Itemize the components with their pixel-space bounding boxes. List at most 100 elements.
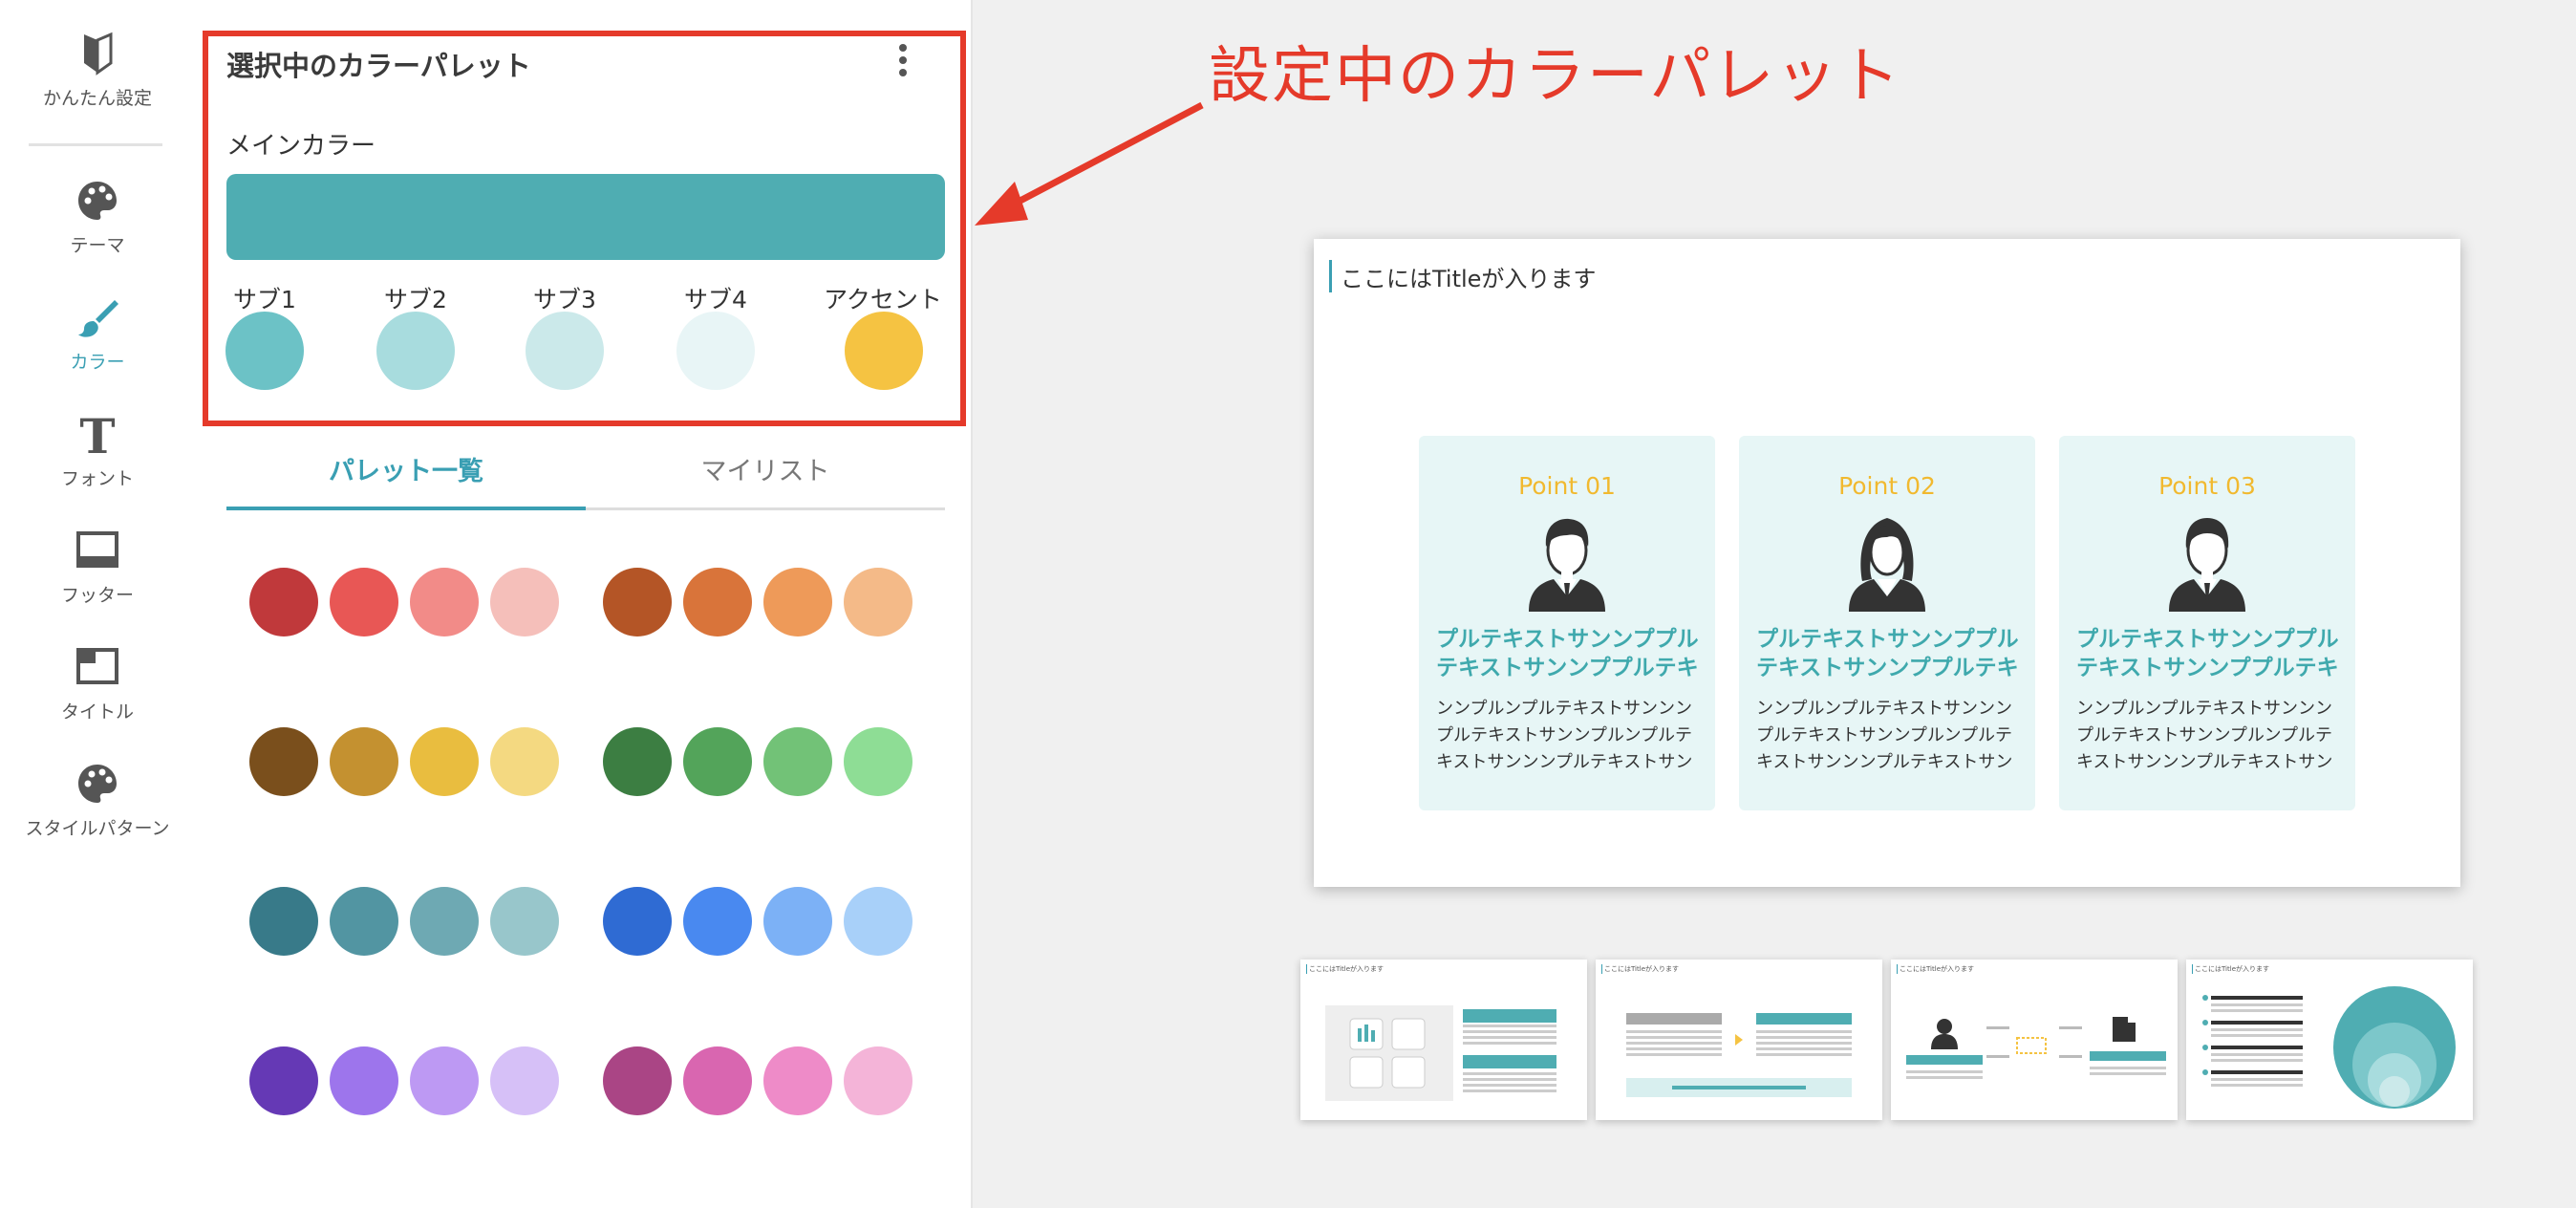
paintbrush-icon: [78, 300, 118, 337]
thumbnail-content: [1906, 1017, 2166, 1079]
nav-rail: かんたん設定 テーマ カラー T フォント フッター タイトル スタイルパターン: [0, 0, 195, 1208]
annotation-label: 設定中のカラーパレット: [1209, 41, 1902, 112]
palette-color-swatch[interactable]: [683, 887, 752, 956]
palette-color-swatch[interactable]: [763, 887, 832, 956]
card-heading-line: プルテキストサンンププル: [2076, 627, 2339, 652]
palette-color-swatch[interactable]: [249, 1046, 318, 1115]
palette-color-swatch[interactable]: [330, 568, 398, 636]
thumbnail-content: [1325, 1005, 1556, 1101]
nav-item-label: スタイルパターン: [25, 818, 170, 839]
svg-text:T: T: [79, 411, 115, 457]
slide-thumbnail[interactable]: ここにはTitleが入ります: [2186, 960, 2473, 1120]
slide-thumbnail[interactable]: ここにはTitleが入ります: [1300, 960, 1587, 1120]
card-body-line: ンンプルンプルテキストサンンン: [1756, 699, 2013, 719]
card-heading-line: プルテキストサンンププル: [1756, 627, 2019, 652]
palette-icon: [78, 182, 117, 220]
palette-color-swatch[interactable]: [683, 1046, 752, 1115]
card-body-line: プルテキストサンンプルンプルテ: [1436, 725, 1693, 745]
card-heading: プルテキストサンンププル テキストサンンププルテキ: [2076, 625, 2344, 682]
palette-color-swatch[interactable]: [410, 1046, 479, 1115]
thumbnail-content: [2202, 986, 2456, 1109]
palette-color-swatch[interactable]: [844, 887, 912, 956]
palette-color-swatch[interactable]: [490, 1046, 559, 1115]
selected-palette-highlight: [203, 31, 966, 426]
nav-item-label: テーマ: [70, 235, 125, 256]
card-heading-line: テキストサンンププルテキ: [1436, 656, 1699, 680]
nav-item-label: カラー: [70, 352, 125, 373]
title-layout-icon: [76, 648, 118, 684]
palette-color-swatch[interactable]: [603, 727, 672, 796]
tab-my-list[interactable]: マイリスト: [586, 449, 945, 510]
beginner-mark-icon: [84, 32, 113, 76]
card-body-line: キストサンンンプルテキストサン: [1756, 752, 2013, 772]
card-heading-line: テキストサンンププルテキ: [2076, 656, 2339, 680]
point-label: Point 03: [2158, 472, 2256, 500]
palette-color-swatch[interactable]: [330, 887, 398, 956]
point-label: Point 02: [1838, 472, 1936, 500]
slide-title-accent-bar: [1329, 260, 1332, 292]
palette-color-swatch[interactable]: [603, 887, 672, 956]
palette-color-swatch[interactable]: [603, 568, 672, 636]
point-card: Point 01 プルテキストサンンププル テキストサンンププルテキ ンンプルンプ…: [1419, 436, 1715, 810]
palette-color-swatch[interactable]: [763, 568, 832, 636]
card-body-line: キストサンンンプルテキストサン: [2076, 752, 2333, 772]
palette-color-swatch[interactable]: [410, 727, 479, 796]
palette-color-swatch[interactable]: [683, 727, 752, 796]
card-heading: プルテキストサンンププル テキストサンンププルテキ: [1436, 625, 1704, 682]
palette-color-swatch[interactable]: [490, 568, 559, 636]
card-heading-line: テキストサンンププルテキ: [1756, 656, 2019, 680]
nav-item-style-pattern[interactable]: スタイルパターン: [0, 761, 195, 840]
point-card: Point 03 プルテキストサンンププル テキストサンンププルテキ ンンプルンプ…: [2059, 436, 2355, 810]
point-label: Point 01: [1518, 472, 1616, 500]
palette-color-swatch[interactable]: [683, 568, 752, 636]
card-body: ンンプルンプルテキストサンンン プルテキストサンンプルンプルテ キストサンンンプルテ…: [2076, 696, 2344, 776]
palette-color-swatch[interactable]: [330, 727, 398, 796]
tab-palette-list[interactable]: パレット一覧: [226, 449, 586, 510]
palette-color-swatch[interactable]: [249, 568, 318, 636]
nav-item-title[interactable]: タイトル: [0, 644, 195, 723]
footer-layout-icon: [76, 531, 118, 568]
card-heading-line: プルテキストサンンププル: [1436, 627, 1699, 652]
card-body-line: プルテキストサンンプルンプルテ: [2076, 725, 2333, 745]
card-body-line: ンンプルンプルテキストサンンン: [1436, 699, 1693, 719]
palette-color-swatch[interactable]: [490, 727, 559, 796]
nav-divider: [29, 143, 162, 146]
palette-color-swatch[interactable]: [490, 887, 559, 956]
palette-color-swatch[interactable]: [844, 1046, 912, 1115]
palette-color-swatch[interactable]: [410, 887, 479, 956]
palette-icon: [78, 765, 117, 803]
palette-color-swatch[interactable]: [844, 568, 912, 636]
nav-item-theme[interactable]: テーマ: [0, 178, 195, 257]
nav-item-color[interactable]: カラー: [0, 294, 195, 374]
palette-color-swatch[interactable]: [763, 727, 832, 796]
palette-color-swatch[interactable]: [249, 727, 318, 796]
slide-thumbnail[interactable]: ここにはTitleが入ります: [1596, 960, 1882, 1120]
nav-item-label: フォント: [60, 468, 134, 489]
card-body: ンンプルンプルテキストサンンン プルテキストサンンプルンプルテ キストサンンンプルテ…: [1436, 696, 1704, 776]
card-heading: プルテキストサンンププル テキストサンンププルテキ: [1756, 625, 2024, 682]
businessman-icon: [2169, 518, 2245, 612]
nav-item-footer[interactable]: フッター: [0, 528, 195, 607]
card-body-line: プルテキストサンンプルンプルテ: [1756, 725, 2013, 745]
nav-item-font[interactable]: T フォント: [0, 411, 195, 490]
nav-item-easy-setup[interactable]: かんたん設定: [0, 31, 195, 110]
nav-item-label: フッター: [60, 585, 134, 606]
slide-thumbnail[interactable]: ここにはTitleが入ります: [1891, 960, 2178, 1120]
businessman-icon: [1529, 518, 1605, 612]
slide-title: ここにはTitleが入ります: [1341, 266, 1597, 292]
palette-color-swatch[interactable]: [249, 887, 318, 956]
slide-preview[interactable]: ここにはTitleが入ります Point 01 プルテキストサンンププル テキスト…: [1314, 239, 2460, 887]
palette-color-swatch[interactable]: [763, 1046, 832, 1115]
palette-color-swatch[interactable]: [410, 568, 479, 636]
palette-tabs: パレット一覧 マイリスト: [226, 449, 945, 510]
thumbnail-content: [1626, 1013, 1852, 1097]
palette-color-swatch[interactable]: [844, 727, 912, 796]
businesswoman-icon: [1849, 518, 1925, 612]
nav-item-label: かんたん設定: [42, 88, 152, 109]
palette-color-swatch[interactable]: [603, 1046, 672, 1115]
point-card: Point 02 プルテキストサンンププル テキストサンンププルテキ ンンプルンプ…: [1739, 436, 2035, 810]
nav-item-label: タイトル: [60, 701, 134, 723]
palette-color-swatch[interactable]: [330, 1046, 398, 1115]
card-body: ンンプルンプルテキストサンンン プルテキストサンンプルンプルテ キストサンンンプルテ…: [1756, 696, 2024, 776]
card-body-line: ンンプルンプルテキストサンンン: [2076, 699, 2333, 719]
